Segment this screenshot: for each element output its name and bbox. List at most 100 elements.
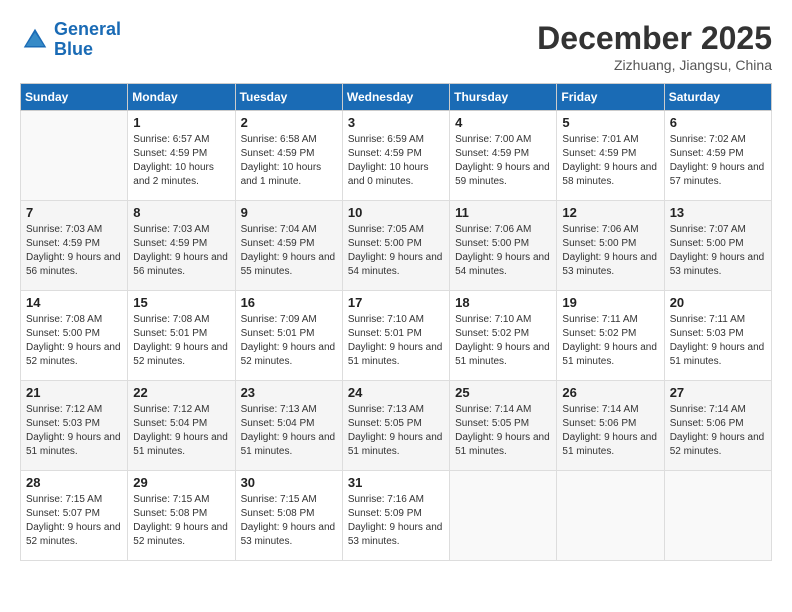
logo-text: General Blue bbox=[54, 20, 121, 60]
calendar-cell: 13Sunrise: 7:07 AMSunset: 5:00 PMDayligh… bbox=[664, 201, 771, 291]
day-number: 31 bbox=[348, 475, 444, 490]
calendar-cell: 10 Sunrise: 7:05 AMSunset: 5:00 PMDayligh… bbox=[342, 201, 449, 291]
calendar-week-row: 28Sunrise: 7:15 AMSunset: 5:07 PMDayligh… bbox=[21, 471, 772, 561]
weekday-header: Saturday bbox=[664, 84, 771, 111]
calendar-table: SundayMondayTuesdayWednesdayThursdayFrid… bbox=[20, 83, 772, 561]
calendar-cell: 21 Sunrise: 7:12 AMSunset: 5:03 PMDayligh… bbox=[21, 381, 128, 471]
day-number: 15 bbox=[133, 295, 229, 310]
day-info: Sunrise: 7:04 AMSunset: 4:59 PMDaylight:… bbox=[241, 223, 337, 279]
month-title: December 2025 bbox=[537, 20, 772, 57]
logo: General Blue bbox=[20, 20, 121, 60]
calendar-week-row: 14 Sunrise: 7:08 AMSunset: 5:00 PMDayligh… bbox=[21, 291, 772, 381]
calendar-cell: 14 Sunrise: 7:08 AMSunset: 5:00 PMDayligh… bbox=[21, 291, 128, 381]
weekday-header-row: SundayMondayTuesdayWednesdayThursdayFrid… bbox=[21, 84, 772, 111]
calendar-week-row: 21 Sunrise: 7:12 AMSunset: 5:03 PMDayligh… bbox=[21, 381, 772, 471]
calendar-cell bbox=[450, 471, 557, 561]
day-info: Sunrise: 7:15 AMSunset: 5:07 PMDaylight:… bbox=[26, 493, 122, 549]
day-info: Sunrise: 7:06 AMSunset: 5:00 PMDaylight:… bbox=[455, 223, 551, 279]
weekday-header: Thursday bbox=[450, 84, 557, 111]
calendar-cell: 6 Sunrise: 7:02 AMSunset: 4:59 PMDaylight… bbox=[664, 111, 771, 201]
day-number: 24 bbox=[348, 385, 444, 400]
calendar-cell: 2Sunrise: 6:58 AMSunset: 4:59 PMDaylight… bbox=[235, 111, 342, 201]
logo-line2: Blue bbox=[54, 39, 93, 59]
day-number: 21 bbox=[26, 385, 122, 400]
day-number: 2 bbox=[241, 115, 337, 130]
calendar-cell: 7 Sunrise: 7:03 AMSunset: 4:59 PMDaylight… bbox=[21, 201, 128, 291]
day-info: Sunrise: 7:12 AMSunset: 5:04 PMDaylight:… bbox=[133, 403, 229, 459]
day-info: Sunrise: 7:03 AMSunset: 4:59 PMDaylight:… bbox=[133, 223, 229, 279]
calendar-cell: 28Sunrise: 7:15 AMSunset: 5:07 PMDayligh… bbox=[21, 471, 128, 561]
calendar-cell: 27 Sunrise: 7:14 AMSunset: 5:06 PMDayligh… bbox=[664, 381, 771, 471]
calendar-cell: 29 Sunrise: 7:15 AMSunset: 5:08 PMDayligh… bbox=[128, 471, 235, 561]
day-info: Sunrise: 6:57 AMSunset: 4:59 PMDaylight:… bbox=[133, 133, 229, 189]
day-info: Sunrise: 7:10 AMSunset: 5:01 PMDaylight:… bbox=[348, 313, 444, 369]
day-number: 7 bbox=[26, 205, 122, 220]
day-number: 16 bbox=[241, 295, 337, 310]
calendar-cell: 5 Sunrise: 7:01 AMSunset: 4:59 PMDaylight… bbox=[557, 111, 664, 201]
logo-icon bbox=[20, 25, 50, 55]
day-info: Sunrise: 7:02 AMSunset: 4:59 PMDaylight:… bbox=[670, 133, 766, 189]
calendar-cell: 12Sunrise: 7:06 AMSunset: 5:00 PMDayligh… bbox=[557, 201, 664, 291]
day-info: Sunrise: 7:15 AMSunset: 5:08 PMDaylight:… bbox=[241, 493, 337, 549]
day-number: 19 bbox=[562, 295, 658, 310]
weekday-header: Friday bbox=[557, 84, 664, 111]
location-subtitle: Zizhuang, Jiangsu, China bbox=[537, 57, 772, 73]
calendar-cell: 26 Sunrise: 7:14 AMSunset: 5:06 PMDayligh… bbox=[557, 381, 664, 471]
day-number: 4 bbox=[455, 115, 551, 130]
day-number: 1 bbox=[133, 115, 229, 130]
day-number: 17 bbox=[348, 295, 444, 310]
day-info: Sunrise: 6:59 AMSunset: 4:59 PMDaylight:… bbox=[348, 133, 444, 189]
day-number: 12 bbox=[562, 205, 658, 220]
day-info: Sunrise: 7:09 AMSunset: 5:01 PMDaylight:… bbox=[241, 313, 337, 369]
day-number: 5 bbox=[562, 115, 658, 130]
day-info: Sunrise: 7:15 AMSunset: 5:08 PMDaylight:… bbox=[133, 493, 229, 549]
calendar-cell: 20 Sunrise: 7:11 AMSunset: 5:03 PMDayligh… bbox=[664, 291, 771, 381]
day-info: Sunrise: 7:10 AMSunset: 5:02 PMDaylight:… bbox=[455, 313, 551, 369]
calendar-cell: 19 Sunrise: 7:11 AMSunset: 5:02 PMDayligh… bbox=[557, 291, 664, 381]
calendar-cell: 4 Sunrise: 7:00 AMSunset: 4:59 PMDaylight… bbox=[450, 111, 557, 201]
day-number: 10 bbox=[348, 205, 444, 220]
weekday-header: Sunday bbox=[21, 84, 128, 111]
calendar-cell: 18Sunrise: 7:10 AMSunset: 5:02 PMDayligh… bbox=[450, 291, 557, 381]
calendar-cell: 31 Sunrise: 7:16 AMSunset: 5:09 PMDayligh… bbox=[342, 471, 449, 561]
day-info: Sunrise: 7:11 AMSunset: 5:02 PMDaylight:… bbox=[562, 313, 658, 369]
day-number: 23 bbox=[241, 385, 337, 400]
day-info: Sunrise: 7:08 AMSunset: 5:01 PMDaylight:… bbox=[133, 313, 229, 369]
weekday-header: Tuesday bbox=[235, 84, 342, 111]
day-info: Sunrise: 7:16 AMSunset: 5:09 PMDaylight:… bbox=[348, 493, 444, 549]
day-number: 9 bbox=[241, 205, 337, 220]
calendar-cell: 30Sunrise: 7:15 AMSunset: 5:08 PMDayligh… bbox=[235, 471, 342, 561]
day-number: 6 bbox=[670, 115, 766, 130]
day-info: Sunrise: 7:01 AMSunset: 4:59 PMDaylight:… bbox=[562, 133, 658, 189]
calendar-cell: 23Sunrise: 7:13 AMSunset: 5:04 PMDayligh… bbox=[235, 381, 342, 471]
day-info: Sunrise: 7:13 AMSunset: 5:05 PMDaylight:… bbox=[348, 403, 444, 459]
day-info: Sunrise: 7:12 AMSunset: 5:03 PMDaylight:… bbox=[26, 403, 122, 459]
day-info: Sunrise: 7:08 AMSunset: 5:00 PMDaylight:… bbox=[26, 313, 122, 369]
weekday-header: Monday bbox=[128, 84, 235, 111]
day-info: Sunrise: 7:11 AMSunset: 5:03 PMDaylight:… bbox=[670, 313, 766, 369]
calendar-cell: 1 Sunrise: 6:57 AMSunset: 4:59 PMDaylight… bbox=[128, 111, 235, 201]
day-info: Sunrise: 7:00 AMSunset: 4:59 PMDaylight:… bbox=[455, 133, 551, 189]
calendar-cell: 24 Sunrise: 7:13 AMSunset: 5:05 PMDayligh… bbox=[342, 381, 449, 471]
calendar-cell: 9 Sunrise: 7:04 AMSunset: 4:59 PMDaylight… bbox=[235, 201, 342, 291]
day-number: 20 bbox=[670, 295, 766, 310]
calendar-cell: 17 Sunrise: 7:10 AMSunset: 5:01 PMDayligh… bbox=[342, 291, 449, 381]
day-number: 3 bbox=[348, 115, 444, 130]
day-number: 25 bbox=[455, 385, 551, 400]
day-number: 27 bbox=[670, 385, 766, 400]
day-number: 26 bbox=[562, 385, 658, 400]
day-number: 14 bbox=[26, 295, 122, 310]
day-info: Sunrise: 7:05 AMSunset: 5:00 PMDaylight:… bbox=[348, 223, 444, 279]
calendar-cell: 3 Sunrise: 6:59 AMSunset: 4:59 PMDaylight… bbox=[342, 111, 449, 201]
calendar-cell: 22Sunrise: 7:12 AMSunset: 5:04 PMDayligh… bbox=[128, 381, 235, 471]
calendar-cell: 16 Sunrise: 7:09 AMSunset: 5:01 PMDayligh… bbox=[235, 291, 342, 381]
calendar-cell bbox=[21, 111, 128, 201]
day-info: Sunrise: 7:07 AMSunset: 5:00 PMDaylight:… bbox=[670, 223, 766, 279]
calendar-cell: 25Sunrise: 7:14 AMSunset: 5:05 PMDayligh… bbox=[450, 381, 557, 471]
day-info: Sunrise: 7:14 AMSunset: 5:06 PMDaylight:… bbox=[562, 403, 658, 459]
day-info: Sunrise: 7:03 AMSunset: 4:59 PMDaylight:… bbox=[26, 223, 122, 279]
day-number: 29 bbox=[133, 475, 229, 490]
day-info: Sunrise: 7:14 AMSunset: 5:06 PMDaylight:… bbox=[670, 403, 766, 459]
calendar-cell: 11 Sunrise: 7:06 AMSunset: 5:00 PMDayligh… bbox=[450, 201, 557, 291]
day-number: 11 bbox=[455, 205, 551, 220]
